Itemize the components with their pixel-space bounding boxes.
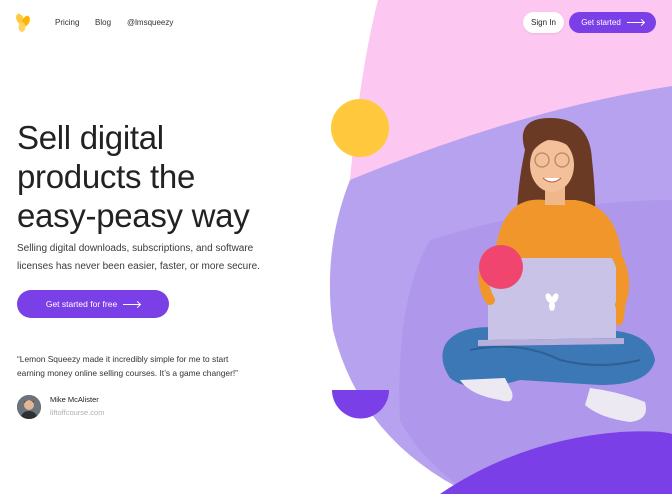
pink-circle <box>479 245 523 289</box>
testimonial-quote-line: earning money online selling courses. It… <box>17 368 238 378</box>
testimonial-author-site[interactable]: liftoffcourse.com <box>50 408 104 417</box>
sign-in-label: Sign In <box>531 18 556 27</box>
hero-title-line: easy-peasy way <box>17 197 250 234</box>
nav-link-pricing[interactable]: Pricing <box>55 18 79 27</box>
testimonial-quote-line: “Lemon Squeezy made it incredibly simple… <box>17 354 229 364</box>
sign-in-button[interactable]: Sign In <box>523 12 564 33</box>
get-started-button[interactable]: Get started <box>569 12 656 33</box>
hero-subtitle-line: Selling digital downloads, subscriptions… <box>17 243 254 254</box>
avatar-person-icon <box>17 395 41 419</box>
get-started-free-label: Get started for free <box>45 299 118 309</box>
lemon-squeezy-logo-icon[interactable] <box>14 13 32 33</box>
get-started-label: Get started <box>581 18 621 27</box>
arrow-right-icon <box>626 22 644 23</box>
avatar <box>17 395 41 419</box>
nav-link-blog[interactable]: Blog <box>95 18 111 27</box>
testimonial-author-name: Mike McAlister <box>50 395 99 404</box>
yellow-circle <box>331 99 389 157</box>
hero-title: Sell digital products the easy-peasy way <box>17 118 317 235</box>
hero-title-line: Sell digital <box>17 119 164 156</box>
hero-subtitle-line: licenses has never been easier, faster, … <box>17 261 260 272</box>
nav-link-twitter[interactable]: @lmsqueezy <box>127 18 173 27</box>
testimonial-quote: “Lemon Squeezy made it incredibly simple… <box>17 352 277 380</box>
get-started-free-button[interactable]: Get started for free <box>17 290 169 318</box>
hero-subtitle: Selling digital downloads, subscriptions… <box>17 240 277 276</box>
hero-title-line: products the <box>17 158 196 195</box>
arrow-right-icon <box>123 303 141 305</box>
